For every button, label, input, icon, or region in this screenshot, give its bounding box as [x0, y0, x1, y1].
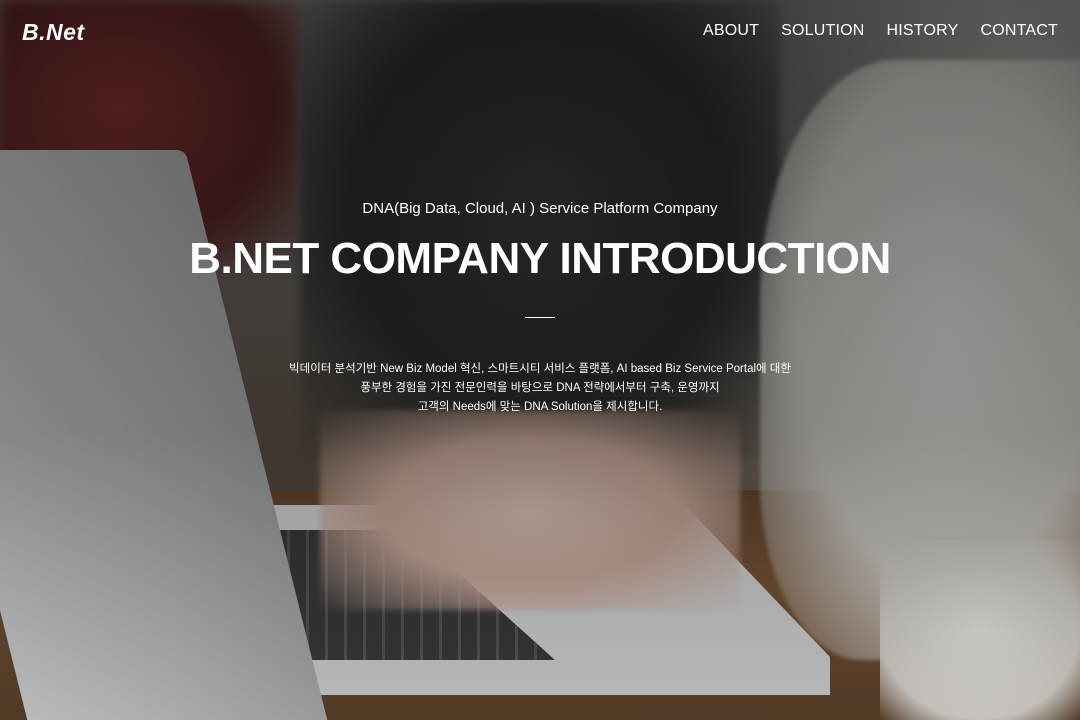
hero-description-line: 빅데이터 분석기반 New Biz Model 혁신, 스마트시티 서비스 플랫…	[289, 362, 791, 375]
hero-description: 빅데이터 분석기반 New Biz Model 혁신, 스마트시티 서비스 플랫…	[190, 360, 890, 417]
hero-title: B.NET COMPANY INTRODUCTION	[189, 234, 891, 283]
hero-description-line: 고객의 Needs에 맞는 DNA Solution을 제시합니다.	[417, 400, 663, 413]
main-nav: ABOUT SOLUTION HISTORY CONTACT	[703, 22, 1058, 40]
nav-item-history[interactable]: HISTORY	[887, 22, 959, 40]
hero-description-line: 풍부한 경험을 가진 전문인력을 바탕으로 DNA 전략에서부터 구축, 운영까…	[360, 381, 720, 394]
hero-section: DNA(Big Data, Cloud, AI ) Service Platfo…	[0, 0, 1080, 720]
site-logo[interactable]: B.Net	[22, 19, 85, 46]
site-header: B.Net ABOUT SOLUTION HISTORY CONTACT	[0, 0, 1080, 64]
nav-item-about[interactable]: ABOUT	[703, 22, 759, 40]
hero-tagline: DNA(Big Data, Cloud, AI ) Service Platfo…	[362, 200, 718, 217]
nav-item-solution[interactable]: SOLUTION	[781, 22, 864, 40]
hero-divider	[525, 317, 555, 318]
nav-item-contact[interactable]: CONTACT	[980, 22, 1058, 40]
